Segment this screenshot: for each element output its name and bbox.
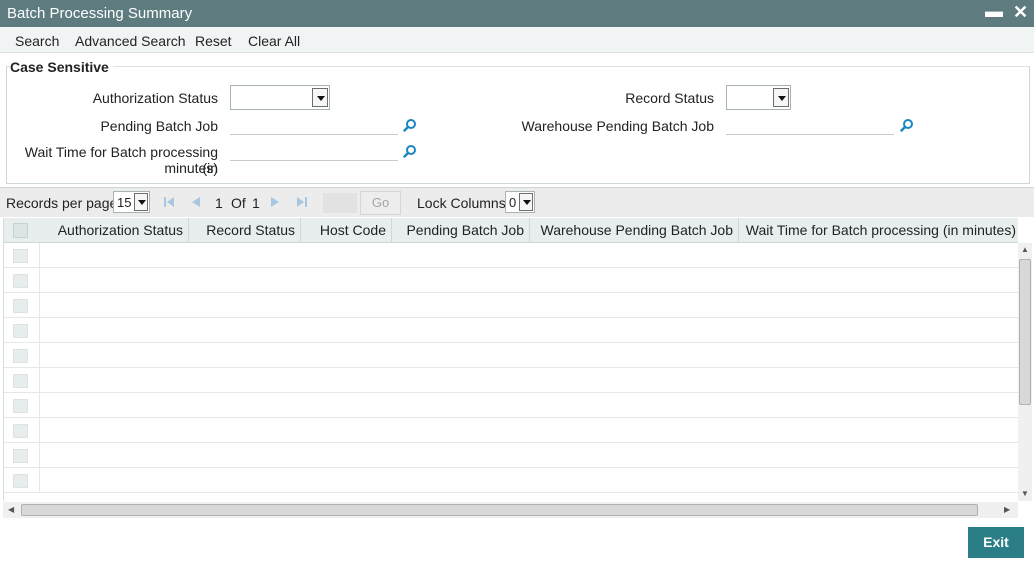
go-to-page-input[interactable] [323,193,357,213]
row-checkbox[interactable] [13,399,28,413]
column-divider [39,268,40,293]
authorization-status-select[interactable] [230,85,330,110]
warehouse-pending-batch-job-label: Warehouse Pending Batch Job [521,118,715,134]
column-header-pending-batch-job[interactable]: Pending Batch Job [392,218,530,243]
current-page: 1 [215,195,223,211]
row-checkbox[interactable] [13,274,28,288]
table-row[interactable] [4,293,1018,318]
column-divider [39,393,40,418]
vertical-scroll-thumb[interactable] [1019,259,1031,405]
table-row[interactable] [4,368,1018,393]
row-checkbox[interactable] [13,349,28,363]
minimize-icon[interactable]: ▬ [985,1,1003,22]
exit-button[interactable]: Exit [968,527,1024,558]
row-checkbox[interactable] [13,474,28,488]
authorization-status-label: Authorization Status [92,90,218,106]
pending-batch-job-input[interactable] [230,113,398,135]
row-checkbox[interactable] [13,374,28,388]
records-per-page-select[interactable]: 15 [113,191,150,213]
record-status-select[interactable] [726,85,791,110]
row-checkbox[interactable] [13,424,28,438]
close-icon[interactable]: ✕ [1013,2,1028,23]
go-button[interactable]: Go [360,191,401,215]
row-checkbox[interactable] [13,324,28,338]
lock-columns-label: Lock Columns [417,195,506,211]
column-header-host-code[interactable]: Host Code [301,218,392,243]
table-row[interactable] [4,443,1018,468]
horizontal-scroll-thumb[interactable] [21,504,978,516]
advanced-search-button[interactable]: Advanced Search [75,33,186,49]
search-icon[interactable] [403,144,417,158]
column-header-warehouse-pending-batch-job[interactable]: Warehouse Pending Batch Job [530,218,739,243]
scroll-left-icon[interactable]: ◀ [8,505,14,514]
footer [0,518,1034,564]
table-row[interactable] [4,343,1018,368]
previous-page-icon[interactable] [190,196,202,208]
table-row[interactable] [4,268,1018,293]
column-divider [39,343,40,368]
scroll-down-icon[interactable]: ▼ [1021,489,1029,498]
case-sensitive-legend: Case Sensitive [10,59,113,75]
window-title: Batch Processing Summary [7,5,193,22]
column-header-wait-time[interactable]: Wait Time for Batch processing (in minut… [739,218,1018,243]
row-checkbox[interactable] [13,299,28,313]
first-page-icon[interactable] [163,196,175,208]
vertical-scrollbar[interactable]: ▲ ▼ [1018,243,1032,501]
select-all-checkbox[interactable] [13,223,28,238]
chevron-down-icon[interactable] [519,193,533,211]
scroll-right-icon[interactable]: ▶ [1004,505,1010,514]
chevron-down-icon[interactable] [134,193,148,211]
pagination-bar: Records per page 15 1 Of 1 Go Lock Colum… [0,187,1034,217]
search-icon[interactable] [900,118,914,132]
lock-columns-value: 0 [509,195,517,210]
results-grid: Authorization Status Record Status Host … [3,218,1018,501]
table-row[interactable] [4,243,1018,268]
column-divider [39,468,40,493]
horizontal-scrollbar[interactable]: ◀ ▶ [3,502,1018,518]
clear-all-button[interactable]: Clear All [248,33,300,49]
next-page-icon[interactable] [269,196,281,208]
column-divider [39,318,40,343]
table-row[interactable] [4,468,1018,493]
of-label: Of [231,195,246,211]
column-header-record-status[interactable]: Record Status [189,218,301,243]
pending-batch-job-label: Pending Batch Job [100,118,218,134]
records-per-page-value: 15 [117,195,132,210]
table-row[interactable] [4,393,1018,418]
record-status-label: Record Status [625,90,714,106]
search-icon[interactable] [403,118,417,132]
column-divider [39,243,40,268]
column-divider [39,418,40,443]
search-button[interactable]: Search [15,33,59,49]
lock-columns-select[interactable]: 0 [505,191,535,213]
column-header-authorization-status[interactable]: Authorization Status [39,218,189,243]
title-bar: Batch Processing Summary ▬ ✕ [0,0,1034,27]
column-divider [39,368,40,393]
column-divider [39,443,40,468]
toolbar: Search Advanced Search Reset Clear All [0,27,1034,53]
total-pages: 1 [252,195,260,211]
records-per-page-label: Records per page [6,195,118,211]
column-divider [39,293,40,318]
grid-header: Authorization Status Record Status Host … [4,218,1018,243]
row-checkbox[interactable] [13,449,28,463]
table-row[interactable] [4,318,1018,343]
scroll-up-icon[interactable]: ▲ [1021,245,1029,254]
reset-button[interactable]: Reset [195,33,232,49]
last-page-icon[interactable] [296,196,308,208]
wait-time-input[interactable] [230,139,398,161]
warehouse-pending-batch-job-input[interactable] [726,113,894,135]
chevron-down-icon[interactable] [312,88,328,107]
row-checkbox[interactable] [13,249,28,263]
wait-time-label-line2: minutes) [164,160,218,176]
chevron-down-icon[interactable] [773,88,789,107]
table-row[interactable] [4,418,1018,443]
